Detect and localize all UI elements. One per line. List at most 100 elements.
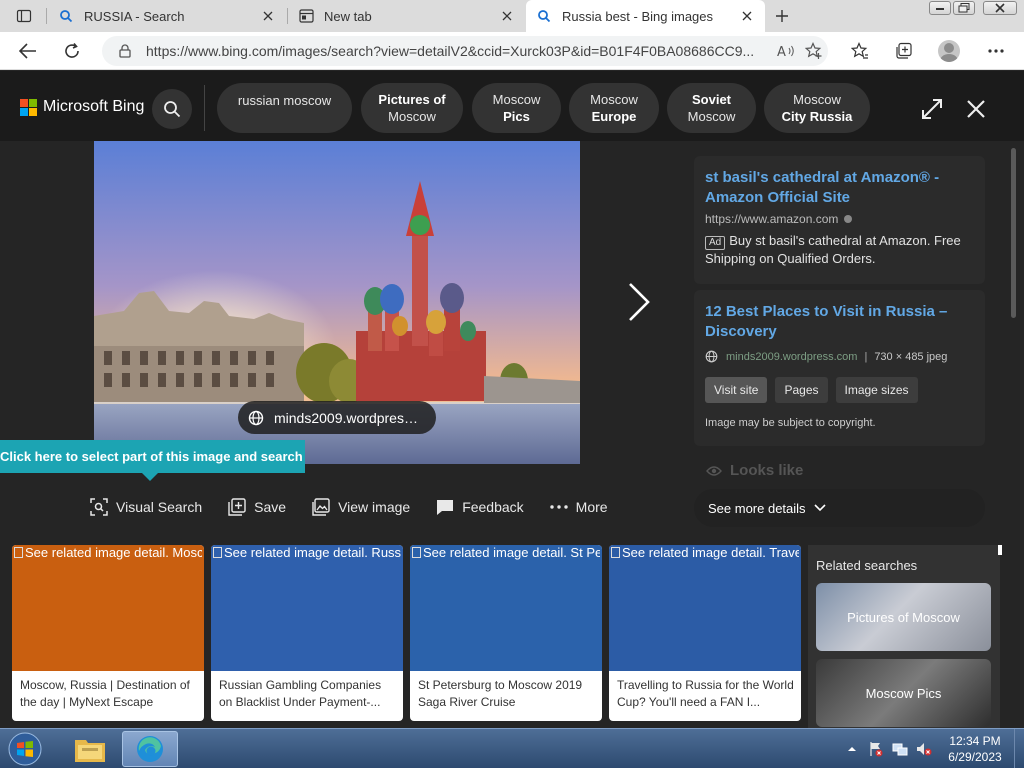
chip-pictures-of-moscow[interactable]: Pictures of Moscow [361, 83, 463, 133]
refresh-icon[interactable] [58, 37, 86, 65]
image-alt-text: See related image detail. Russian Gambli… [213, 545, 401, 560]
tab-title: New tab [324, 8, 372, 24]
maximize-window-icon[interactable] [953, 1, 975, 15]
tooltip-arrow [142, 473, 158, 481]
lock-icon[interactable] [110, 44, 140, 58]
tab-new-tab[interactable]: New tab [288, 0, 525, 32]
chip-label: Soviet [691, 92, 731, 107]
profile-avatar[interactable] [938, 40, 960, 62]
image-sizes-button[interactable]: Image sizes [835, 377, 918, 403]
alt-text: See related image detail. Moscow, Russia [25, 545, 202, 560]
related-image[interactable] [211, 545, 403, 671]
next-image-chevron-icon[interactable] [622, 282, 654, 322]
ad-card: st basil's cathedral at Amazon® - Amazon… [694, 156, 985, 284]
microsoft-edge-icon[interactable] [122, 731, 178, 767]
image-source-pill[interactable]: minds2009.wordpress.... [238, 401, 436, 434]
minimize-window-icon[interactable] [929, 1, 951, 15]
source-info-row: minds2009.wordpress.com | 730 × 485 jpeg [705, 350, 974, 363]
feedback-button[interactable]: Feedback [436, 498, 524, 516]
new-tab-plus-icon[interactable] [770, 4, 794, 28]
taskbar-clock[interactable]: 12:34 PM 6/29/2023 [940, 733, 1010, 765]
broken-image-icon [14, 547, 23, 558]
new-tab-page-icon [298, 8, 314, 24]
related-image-card[interactable]: See related image detail. Travelling Tra… [609, 545, 801, 721]
chip-soviet-moscow[interactable]: Soviet Moscow [667, 83, 756, 133]
more-options-icon[interactable] [982, 37, 1010, 65]
tab-actions-icon[interactable] [8, 6, 40, 26]
related-search-moscow-pics[interactable]: Moscow Pics [816, 659, 991, 727]
chip-moscow-europe[interactable]: Moscow Europe [569, 83, 659, 133]
chip-moscow-city-russia[interactable]: Moscow City Russia [764, 83, 870, 133]
bing-search-icon [536, 8, 552, 24]
close-tab-icon[interactable] [499, 8, 515, 24]
show-hidden-icons-icon[interactable] [842, 739, 862, 759]
logo-text: Microsoft Bing [43, 98, 145, 115]
tab-separator [46, 8, 47, 24]
microsoft-bing-logo[interactable]: Microsoft Bing [20, 98, 144, 116]
visit-site-button[interactable]: Visit site [705, 377, 768, 403]
source-domain[interactable]: minds2009.wordpress.com [726, 351, 857, 363]
action-label: Visual Search [116, 499, 203, 515]
related-image[interactable] [12, 545, 204, 671]
related-searches-title: Related searches [816, 558, 918, 573]
chip-russian-moscow[interactable]: russian moscow [217, 83, 352, 133]
windows-taskbar: 12:34 PM 6/29/2023 [0, 728, 1024, 768]
chip-moscow-pics[interactable]: Moscow Pics [472, 83, 561, 133]
related-image-caption[interactable]: Russian Gambling Companies on Blacklist … [219, 677, 397, 711]
info-icon[interactable] [844, 215, 853, 223]
favorites-icon[interactable] [846, 37, 874, 65]
related-searches-panel: Related searches Pictures of Moscow Mosc… [808, 545, 1000, 730]
search-button[interactable] [152, 89, 192, 129]
globe-icon [705, 350, 718, 363]
ad-url[interactable]: https://www.amazon.com [705, 212, 974, 226]
action-center-flag-icon[interactable] [866, 739, 886, 759]
related-image[interactable] [609, 545, 801, 671]
close-window-icon[interactable] [983, 1, 1017, 15]
copyright-notice: Image may be subject to copyright. [705, 417, 876, 429]
view-image-button[interactable]: View image [312, 498, 410, 516]
alt-text: See related image detail. Travelling [622, 545, 799, 560]
related-image[interactable] [410, 545, 602, 671]
add-favorite-icon[interactable] [800, 42, 828, 60]
see-more-details-button[interactable]: See more details [694, 489, 985, 527]
action-label: More [575, 499, 608, 515]
related-image-caption[interactable]: Travelling to Russia for the World Cup? … [617, 677, 795, 711]
tab-russia-search[interactable]: RUSSIA - Search [48, 0, 286, 32]
image-icon [312, 498, 330, 516]
system-tray [842, 729, 938, 768]
expand-icon[interactable] [918, 95, 946, 123]
related-image-card[interactable]: See related image detail. St Petersburg … [410, 545, 602, 721]
read-aloud-icon[interactable]: A [772, 44, 800, 58]
visual-search-button[interactable]: Visual Search [90, 498, 202, 516]
close-icon[interactable] [962, 95, 990, 123]
related-image-caption[interactable]: St Petersburg to Moscow 2019 Saga River … [418, 677, 596, 711]
chip-label: Europe [591, 109, 637, 124]
related-search-pictures-of-moscow[interactable]: Pictures of Moscow [816, 583, 991, 651]
related-image-caption[interactable]: Moscow, Russia | Destination of the day … [20, 677, 198, 711]
url-text[interactable]: https://www.bing.com/images/search?view=… [146, 43, 772, 59]
save-button[interactable]: Save [228, 498, 286, 516]
action-label: Feedback [462, 499, 524, 515]
chip-label: Pics [503, 109, 530, 124]
close-tab-icon[interactable] [260, 8, 276, 24]
source-title-link[interactable]: 12 Best Places to Visit in Russia – Disc… [705, 302, 974, 342]
ad-title-link[interactable]: st basil's cathedral at Amazon® - Amazon… [705, 168, 974, 208]
related-image-card[interactable]: See related image detail. Russian Gambli… [211, 545, 403, 721]
address-field[interactable]: https://www.bing.com/images/search?view=… [102, 36, 828, 66]
more-dots-icon [549, 498, 568, 516]
visual-search-tooltip[interactable]: Click here to select part of this image … [0, 440, 305, 473]
windows-start-orb-icon[interactable] [4, 730, 46, 768]
back-arrow-icon[interactable] [14, 37, 42, 65]
panel-scrollbar[interactable] [1011, 148, 1016, 318]
close-tab-icon[interactable] [739, 8, 755, 24]
file-explorer-icon[interactable] [62, 731, 118, 767]
volume-muted-icon[interactable] [914, 739, 934, 759]
related-search-label: Pictures of Moscow [847, 609, 960, 625]
show-desktop-button[interactable] [1014, 729, 1024, 768]
more-button[interactable]: More [549, 498, 608, 516]
tab-russia-best-bing-images[interactable]: Russia best - Bing images [526, 0, 765, 32]
network-icon[interactable] [890, 739, 910, 759]
pages-button[interactable]: Pages [775, 377, 828, 403]
related-image-card[interactable]: See related image detail. Moscow, Russia… [12, 545, 204, 721]
collections-icon[interactable] [890, 37, 918, 65]
